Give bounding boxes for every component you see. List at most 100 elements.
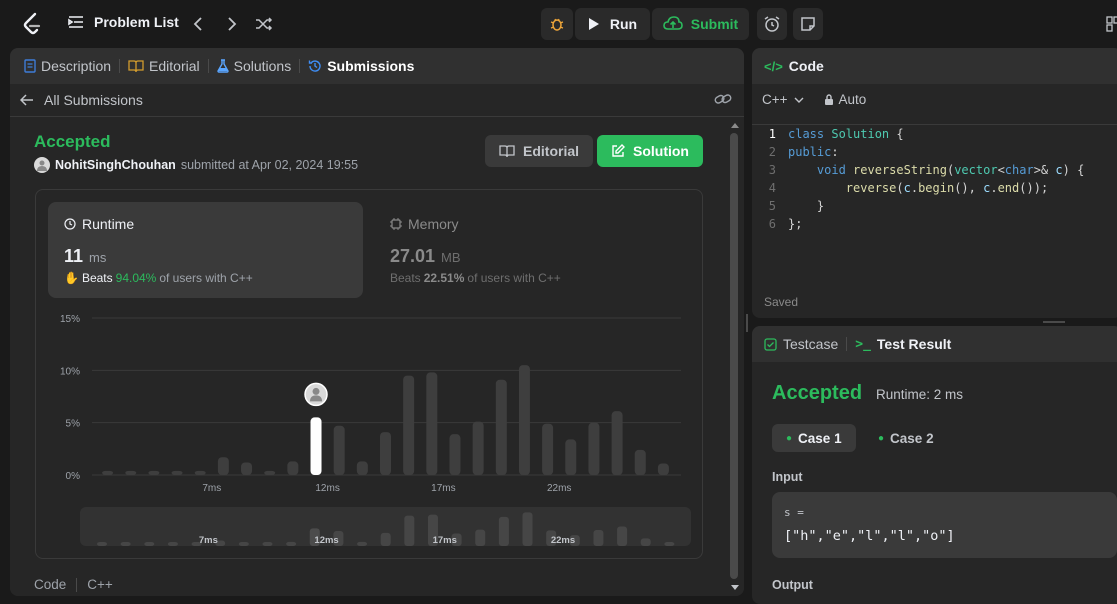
memory-beats-label: Beats [390, 271, 421, 285]
bar [287, 461, 299, 475]
case-1-tab[interactable]: ● Case 1 [772, 424, 856, 452]
auto-mode[interactable]: Auto [824, 92, 867, 107]
runtime-value-row: 11 ms [64, 246, 106, 267]
y-tick-label: 15% [60, 314, 80, 325]
overview-bar [617, 526, 628, 546]
submit-button[interactable]: Submit [652, 8, 749, 40]
leetcode-logo-icon[interactable] [18, 10, 46, 38]
bar [588, 422, 600, 475]
tab-testcase-label: Testcase [783, 336, 839, 352]
note-icon [801, 17, 815, 31]
prev-problem-button[interactable] [184, 10, 212, 38]
next-problem-button[interactable] [218, 10, 246, 38]
editorial-button[interactable]: Editorial [485, 135, 594, 167]
stats-container: Runtime 11 ms ✋ Beats 94.04% of users wi… [35, 189, 703, 559]
scrollbar[interactable] [728, 119, 740, 595]
runtime-beats-suffix: of users with C++ [159, 271, 253, 285]
username[interactable]: NohitSinghChouhan [55, 158, 176, 172]
language-select[interactable]: C++ [762, 92, 804, 107]
submitted-at: submitted at Apr 02, 2024 19:55 [180, 158, 359, 172]
layout-grid-icon[interactable] [1106, 16, 1117, 35]
tab-submissions-label: Submissions [327, 58, 415, 74]
memory-title: Memory [390, 216, 459, 232]
code-toolbar: C++ Auto [762, 92, 866, 107]
checkbox-icon [764, 337, 777, 351]
notes-button[interactable] [793, 8, 823, 40]
auto-mode-label: Auto [838, 92, 867, 107]
overview-bar [664, 542, 675, 546]
timer-button[interactable] [757, 8, 787, 40]
overview-bar [522, 512, 533, 546]
tab-testcase[interactable]: Testcase [764, 336, 838, 352]
overview-bar [286, 541, 297, 546]
debug-button[interactable] [541, 8, 573, 40]
y-tick-label: 10% [60, 366, 80, 377]
memory-beats-pct: 22.51% [423, 271, 465, 285]
chevron-right-icon [228, 17, 237, 31]
bar [495, 379, 507, 475]
clap-icon: ✋ [64, 271, 79, 285]
overview-bar [475, 529, 486, 546]
code-editor[interactable]: 1 class Solution { 2 public: 3 void revers… [752, 124, 1117, 274]
shuffle-icon [256, 17, 273, 31]
memory-beats: Beats 22.51% of users with C++ [390, 271, 561, 285]
chevron-left-icon [193, 17, 202, 31]
tab-description[interactable]: Description [16, 58, 119, 74]
bar [264, 470, 276, 475]
clock-icon [64, 218, 76, 230]
horizontal-resize-handle[interactable] [1043, 321, 1065, 323]
tab-test-result[interactable]: >_ Test Result [855, 336, 951, 352]
overview-tick-label: 17ms [433, 535, 457, 546]
run-button[interactable]: Run [575, 8, 650, 40]
line-number: 2 [768, 145, 776, 159]
case-2-tab[interactable]: ● Case 2 [876, 424, 936, 452]
chevron-down-icon [794, 97, 804, 103]
input-box[interactable]: s = ["h","e","l","l","o"] [772, 492, 1117, 558]
scroll-up-icon[interactable] [731, 123, 739, 128]
runtime-unit: ms [89, 250, 107, 265]
overview-tick-label: 22ms [551, 535, 575, 546]
bar [125, 470, 137, 475]
scroll-down-icon[interactable] [731, 585, 739, 590]
all-submissions-label: All Submissions [44, 92, 143, 108]
share-link-icon[interactable] [714, 92, 732, 109]
all-submissions-link[interactable]: All Submissions [20, 92, 143, 108]
top-bar: Problem List Run Submit [0, 0, 1117, 48]
document-icon [24, 59, 36, 73]
left-panel-tabs: Description Editorial Solutions Submissi… [10, 48, 744, 84]
book-icon [499, 145, 515, 158]
play-icon [588, 18, 599, 30]
problem-list-link[interactable]: Problem List [68, 14, 179, 30]
random-problem-button[interactable] [250, 10, 278, 38]
scrollbar-thumb[interactable] [730, 133, 738, 579]
bar [449, 434, 461, 475]
solution-button[interactable]: Solution [597, 135, 703, 167]
avatar[interactable] [34, 157, 50, 173]
pass-dot-icon: ● [786, 432, 793, 444]
tab-submissions[interactable]: Submissions [300, 58, 422, 74]
cloud-upload-icon [662, 16, 683, 30]
divider [76, 577, 78, 592]
bar [217, 457, 229, 475]
runtime-distribution-chart[interactable]: 15% 10% 5% 0% 7ms 12ms 17ms 22ms 7ms 12ms 17ms 22ms [36, 302, 702, 552]
edit-icon [612, 144, 625, 157]
bar [194, 470, 206, 475]
overview-bar [404, 515, 415, 546]
saved-status: Saved [764, 295, 799, 309]
book-icon [128, 60, 144, 73]
bar [356, 461, 368, 475]
overview-tick-label: 7ms [199, 535, 218, 546]
chip-icon [390, 218, 402, 230]
bar [102, 470, 114, 475]
runtime-card[interactable]: Runtime 11 ms ✋ Beats 94.04% of users wi… [48, 202, 363, 298]
memory-unit: MB [441, 250, 461, 265]
highlighted-bar [310, 417, 322, 475]
code-line: 5 } [752, 197, 1117, 215]
vertical-resize-handle[interactable] [746, 314, 748, 332]
tab-solutions[interactable]: Solutions [209, 58, 300, 74]
runtime-title: Runtime [64, 216, 134, 232]
memory-card[interactable]: Memory 27.01 MB Beats 22.51% of users wi… [374, 202, 689, 298]
tab-editorial[interactable]: Editorial [120, 58, 208, 74]
line-number: 6 [768, 217, 776, 231]
memory-value-row: 27.01 MB [390, 246, 461, 267]
